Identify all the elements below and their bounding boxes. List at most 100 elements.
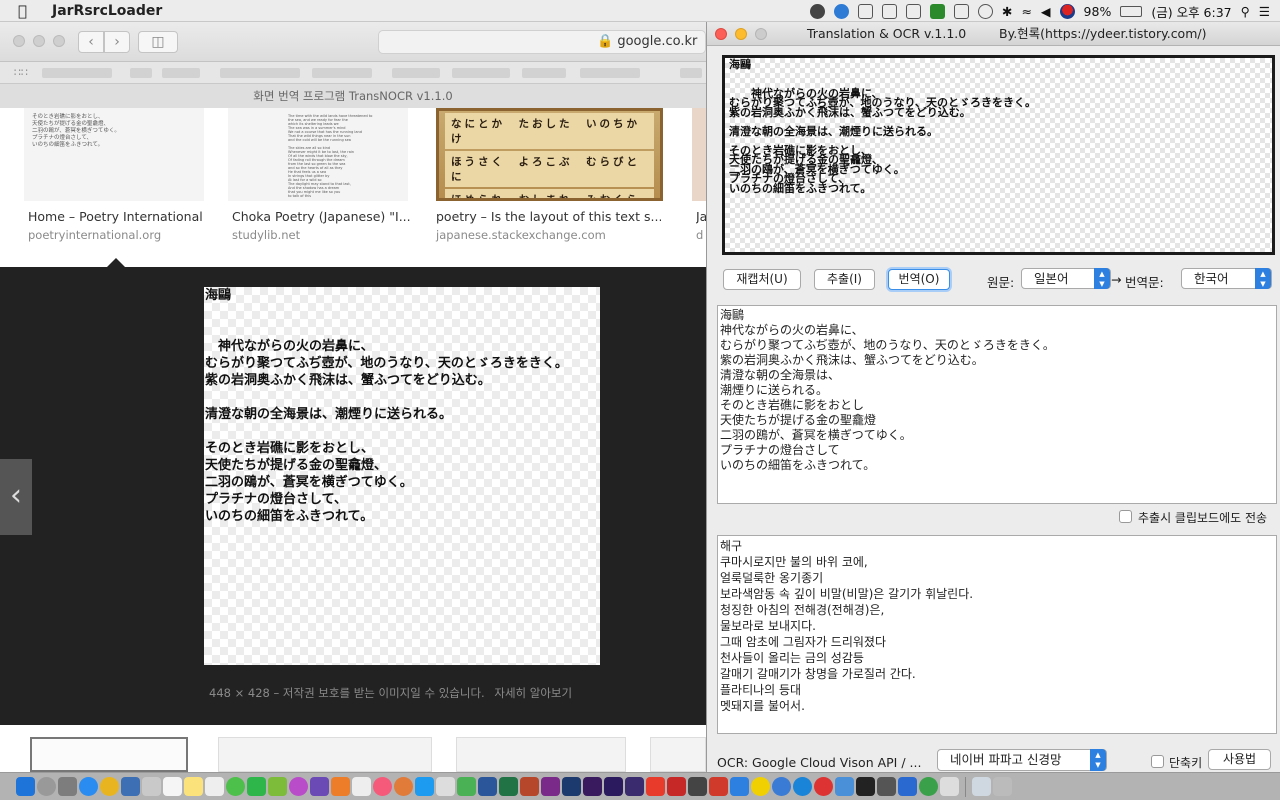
result-thumbnail[interactable]: The time with the wild lands have threat… — [228, 108, 408, 201]
time-machine-icon[interactable] — [977, 3, 993, 19]
source-lang-select[interactable]: 일본어 ▲ ▼ — [1021, 268, 1111, 289]
result-thumbnail[interactable] — [650, 737, 706, 772]
result-thumbnail[interactable]: そのとき岩礁に影をおとし、 天使たちが提げる金の聖龕燈、 二羽の鴎が、蒼冥を横ぎつて… — [24, 108, 204, 201]
safari-icon[interactable] — [79, 777, 98, 796]
favorite-item[interactable] — [312, 68, 372, 78]
facetime-icon[interactable] — [247, 777, 266, 796]
translator-select[interactable]: 네이버 파파고 신경망 ▲ ▼ — [937, 749, 1107, 771]
favorite-item[interactable] — [680, 68, 702, 78]
result-source[interactable]: japanese.stackexchange.com — [436, 228, 606, 242]
calendar-icon[interactable] — [163, 777, 182, 796]
copy-icon[interactable] — [905, 3, 921, 19]
result-thumbnail[interactable] — [30, 737, 188, 772]
favorite-item[interactable] — [522, 68, 566, 78]
favorite-item[interactable] — [392, 68, 440, 78]
radio-icon[interactable] — [814, 777, 833, 796]
translated-text-area[interactable]: 해구 쿠마시로지만 불의 바위 코에, 얼룩덜룩한 옹기종기 보라색암동 속 깊이 비… — [717, 535, 1277, 734]
textedit-icon[interactable] — [352, 777, 371, 796]
app-store-icon[interactable] — [415, 777, 434, 796]
imovie-icon[interactable] — [310, 777, 329, 796]
close-window-icon[interactable] — [13, 35, 25, 47]
books-icon[interactable] — [394, 777, 413, 796]
word-icon[interactable] — [478, 777, 497, 796]
numbers-icon[interactable] — [457, 777, 476, 796]
game-center-icon[interactable] — [289, 777, 308, 796]
powerpoint-icon[interactable] — [520, 777, 539, 796]
notification-center-icon[interactable]: ☰ — [1259, 4, 1270, 19]
launchpad-icon[interactable] — [37, 777, 56, 796]
minimize-window-icon[interactable] — [33, 35, 45, 47]
spotlight-search-icon[interactable]: ⚲ — [1241, 4, 1250, 19]
translate-button[interactable]: 번역(O) — [888, 269, 950, 290]
acrobat-icon[interactable] — [646, 777, 665, 796]
zoom-window-icon[interactable] — [53, 35, 65, 47]
excel-icon[interactable] — [499, 777, 518, 796]
downloads-folder-icon[interactable] — [972, 777, 991, 796]
battery-percent[interactable]: 98% — [1084, 4, 1112, 19]
grid-icon[interactable]: ∷∷ — [14, 66, 28, 79]
battery-icon[interactable] — [1120, 5, 1143, 17]
result-title[interactable]: Home – Poetry International — [28, 209, 213, 224]
transocr-icon[interactable] — [730, 777, 749, 796]
mission-control-icon[interactable] — [58, 777, 77, 796]
favorite-item[interactable] — [42, 68, 112, 78]
clipboard-checkbox[interactable] — [1119, 510, 1132, 523]
result-title[interactable]: poetry – Is the layout of this text s... — [436, 209, 661, 224]
maps-icon[interactable] — [268, 777, 287, 796]
close-window-icon[interactable] — [715, 28, 727, 40]
result-thumbnail[interactable]: なにとか たおした いのちかけ ほうさく よろこぶ むらびとに ほめられ おしまれ … — [436, 108, 663, 201]
apple-menu-icon[interactable]:  — [18, 2, 40, 20]
after-effects-icon[interactable] — [604, 777, 623, 796]
network-icon[interactable] — [835, 777, 854, 796]
favorite-item[interactable] — [452, 68, 510, 78]
previous-image-button[interactable]: ‹ — [0, 459, 32, 535]
shortcut-checkbox[interactable] — [1151, 755, 1164, 768]
vim-icon[interactable] — [929, 3, 945, 19]
source-text-area[interactable]: 海鷗 神代ながらの火の岩鼻に、 むらがり聚つてふぢ壺が、地のうなり、天のとゞろきをき… — [717, 305, 1277, 504]
status-blue-icon[interactable] — [833, 3, 849, 19]
tab-active[interactable]: 화면 번역 프로그램 TransNOCR v1.1.0 — [0, 84, 706, 110]
music-icon[interactable] — [373, 777, 392, 796]
onenote-icon[interactable] — [541, 777, 560, 796]
result-source[interactable]: d — [696, 228, 703, 242]
forward-button[interactable]: › — [104, 31, 130, 53]
upload-icon[interactable] — [881, 3, 897, 19]
input-source-flag-icon[interactable] — [1059, 3, 1075, 19]
help-button[interactable]: 사용법 — [1208, 749, 1271, 770]
keynote-icon[interactable] — [436, 777, 455, 796]
app-name-menu[interactable]: JarRsrcLoader — [52, 3, 162, 19]
globe-icon[interactable] — [793, 777, 812, 796]
favorite-item[interactable] — [130, 68, 152, 78]
favorite-item[interactable] — [162, 68, 200, 78]
result-title[interactable]: Choka Poetry (Japanese) "I... — [232, 209, 417, 224]
zoom-window-icon[interactable] — [755, 28, 767, 40]
activity-monitor-icon[interactable] — [877, 777, 896, 796]
brush-icon[interactable] — [331, 777, 350, 796]
learn-more-link[interactable]: 자세히 알아보기 — [494, 686, 572, 700]
matlab-icon[interactable] — [709, 777, 728, 796]
utorrent-icon[interactable] — [919, 777, 938, 796]
zz-icon[interactable] — [953, 3, 969, 19]
recapture-button[interactable]: 재캡처(U) — [723, 269, 801, 290]
premiere-icon[interactable] — [583, 777, 602, 796]
extract-button[interactable]: 추출(I) — [814, 269, 875, 290]
clock[interactable]: (금) 오후 6:37 — [1151, 2, 1231, 21]
address-bar[interactable]: 🔒 google.co.kr — [378, 30, 706, 54]
target-lang-select[interactable]: 한국어 ▲ ▼ — [1181, 268, 1272, 289]
photos-icon[interactable] — [142, 777, 161, 796]
xcode-icon[interactable] — [898, 777, 917, 796]
chrome-icon[interactable] — [100, 777, 119, 796]
screenshot-icon[interactable] — [857, 3, 873, 19]
volume-icon[interactable]: ◀ — [1041, 4, 1051, 19]
minimize-window-icon[interactable] — [735, 28, 747, 40]
reader-icon[interactable] — [667, 777, 686, 796]
unity-icon[interactable] — [688, 777, 707, 796]
status-app-icon[interactable] — [809, 3, 825, 19]
teamviewer-icon[interactable] — [772, 777, 791, 796]
result-thumbnail[interactable] — [456, 737, 626, 772]
archive-icon[interactable] — [940, 777, 959, 796]
sidebar-toggle-icon[interactable]: ◫ — [138, 31, 178, 53]
kakaotalk-icon[interactable] — [751, 777, 770, 796]
result-title[interactable]: Ja — [696, 209, 706, 224]
favorite-item[interactable] — [220, 68, 300, 78]
